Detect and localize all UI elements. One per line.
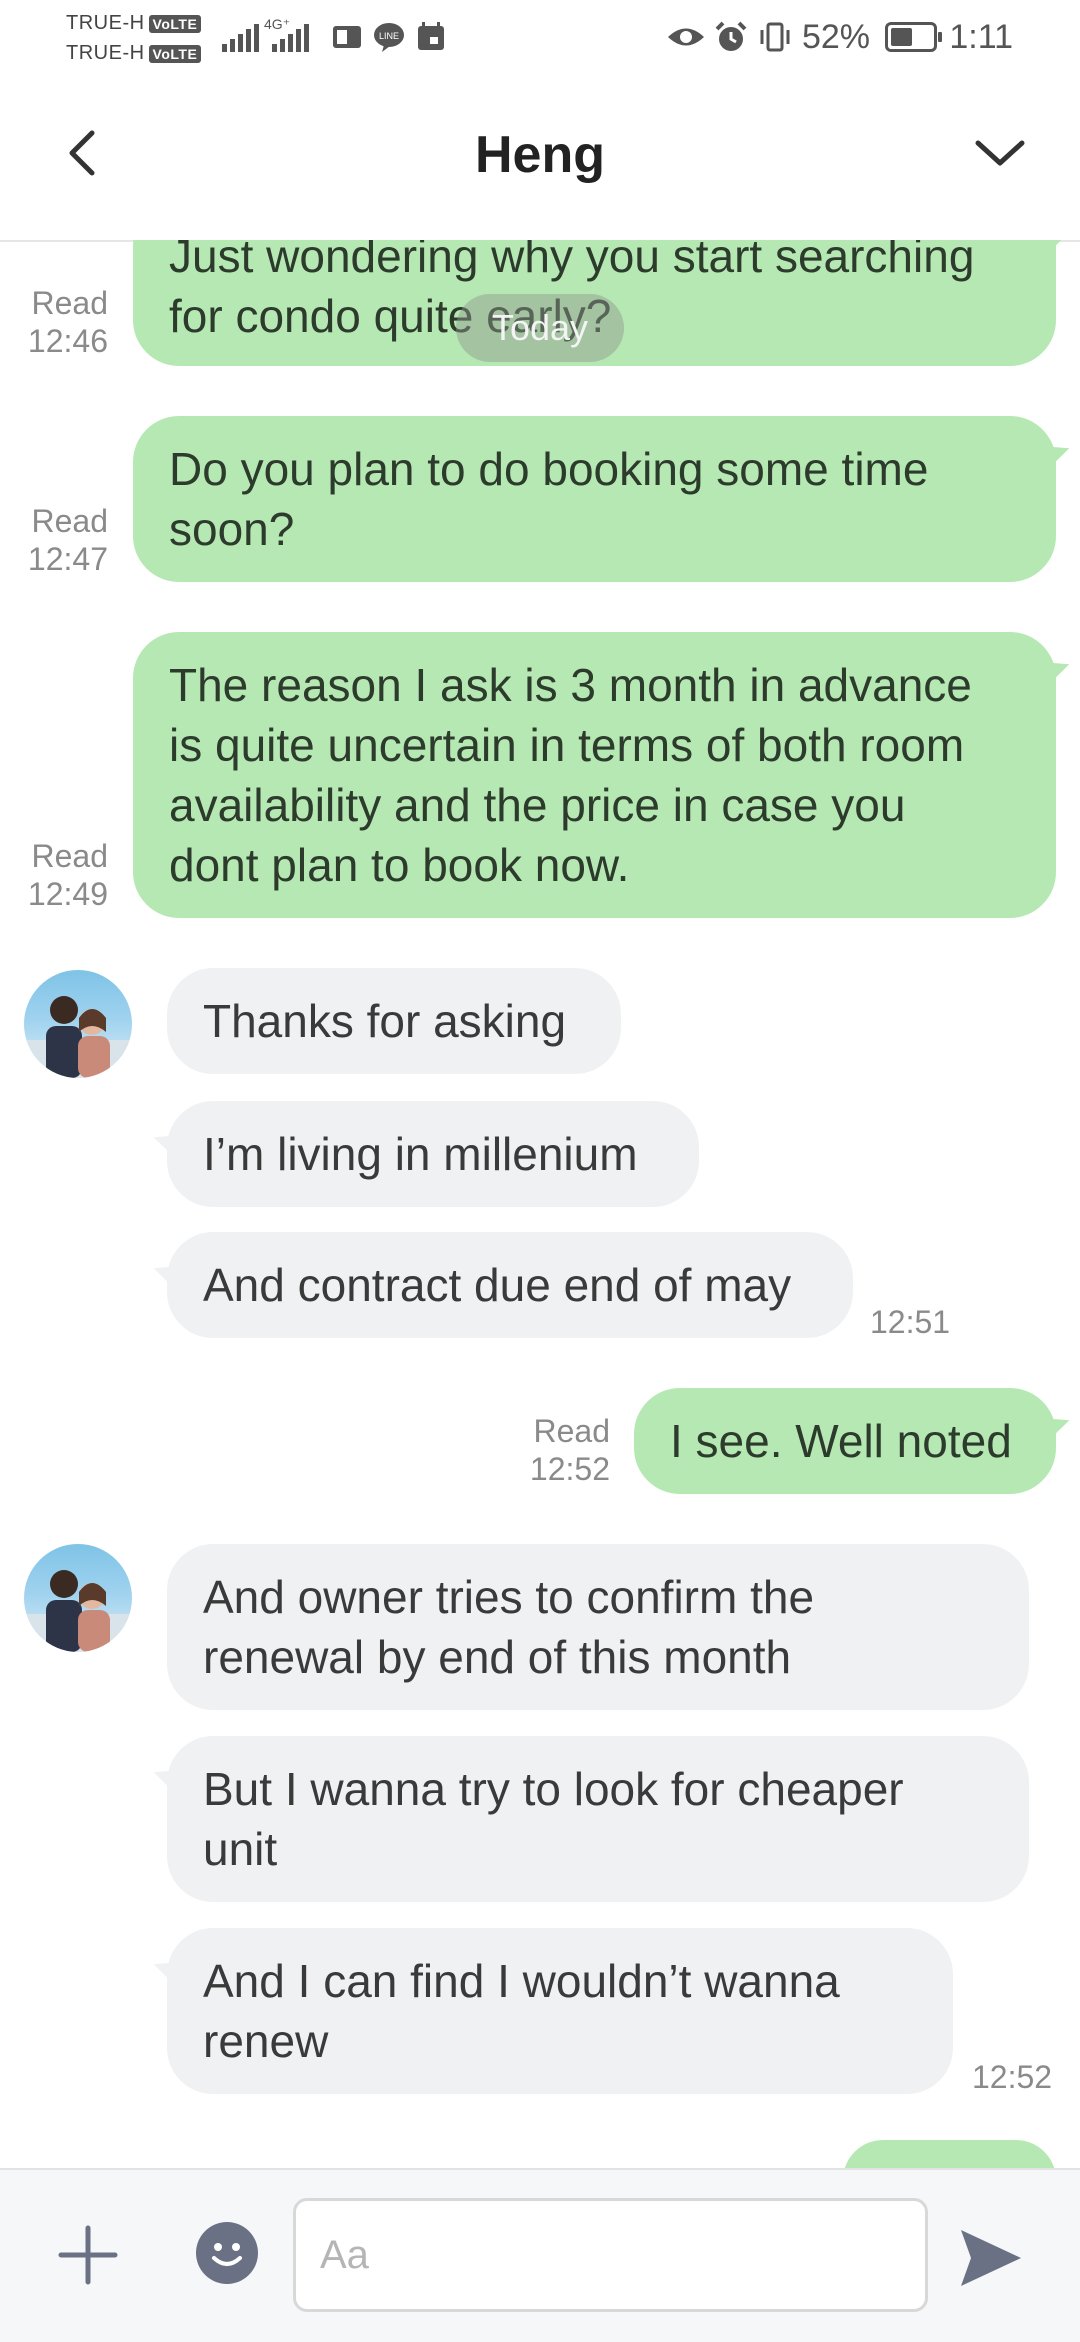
message-text: And I can find I wouldn’t wanna renew bbox=[203, 1955, 840, 2067]
carrier-label-1: TRUE-H VoLTE bbox=[66, 12, 202, 35]
vibrate-icon bbox=[760, 22, 790, 52]
read-receipt: Read bbox=[31, 838, 109, 874]
chevron-down-icon[interactable] bbox=[960, 113, 1040, 193]
message-meta: Read 12:49 bbox=[14, 837, 108, 913]
date-separator: Today bbox=[456, 294, 624, 362]
message-meta: Read 12:52 bbox=[500, 1412, 610, 1488]
message-bubble-incoming[interactable]: But I wanna try to look for cheaper unit bbox=[167, 1736, 1029, 1902]
message-bubble-incoming[interactable]: And owner tries to confirm the renewal b… bbox=[167, 1544, 1029, 1710]
message-time: 12:52 bbox=[529, 1451, 610, 1487]
message-meta: Read 12:46 bbox=[14, 284, 108, 360]
message-bubble-incoming[interactable]: Thanks for asking bbox=[167, 968, 621, 1074]
message-meta: Read 12:47 bbox=[14, 502, 108, 578]
message-bubble-incoming[interactable]: I’m living in millenium bbox=[167, 1101, 699, 1207]
battery-percent: 52% bbox=[801, 18, 870, 56]
avatar[interactable] bbox=[24, 1544, 132, 1652]
signal-icon bbox=[222, 20, 259, 52]
signal-icon-2 bbox=[272, 20, 309, 52]
send-icon[interactable] bbox=[955, 2222, 1027, 2294]
message-time: 12:49 bbox=[27, 876, 108, 912]
chat-title: Heng bbox=[475, 126, 605, 184]
alarm-icon bbox=[715, 21, 747, 51]
message-text: Do you plan to do booking some time soon… bbox=[169, 443, 929, 555]
message-text: But I wanna try to look for cheaper unit bbox=[203, 1763, 904, 1875]
outlook-icon bbox=[333, 26, 361, 48]
message-bubble-outgoing-partial[interactable] bbox=[843, 2140, 1056, 2168]
status-bar: TRUE-H VoLTE TRUE-H VoLTE 4G⁺ LINE 52% 1:1… bbox=[0, 0, 1080, 75]
emoji-icon[interactable] bbox=[196, 2222, 258, 2284]
message-text: I’m living in millenium bbox=[203, 1128, 638, 1180]
message-text: I see. Well noted bbox=[670, 1415, 1012, 1467]
message-bubble-outgoing[interactable]: Do you plan to do booking some time soon… bbox=[133, 416, 1056, 582]
message-text: The reason I ask is 3 month in advance i… bbox=[169, 659, 972, 891]
message-bubble-outgoing[interactable]: I see. Well noted bbox=[634, 1388, 1056, 1494]
message-time: 12:46 bbox=[27, 323, 108, 359]
chat-header: Heng bbox=[0, 75, 1080, 242]
message-text: Thanks for asking bbox=[203, 995, 567, 1047]
read-receipt: Read bbox=[533, 1413, 611, 1449]
avatar-photo bbox=[24, 1570, 132, 1652]
message-text: And owner tries to confirm the renewal b… bbox=[203, 1571, 815, 1683]
chat-area[interactable]: Just wondering why you start searching f… bbox=[0, 240, 1080, 2168]
message-time: 12:47 bbox=[27, 541, 108, 577]
clock: 1:11 bbox=[949, 18, 1013, 56]
message-text: And contract due end of may bbox=[203, 1259, 792, 1311]
read-receipt: Read bbox=[31, 503, 109, 539]
eye-icon bbox=[668, 28, 704, 46]
carrier-label-2: TRUE-H VoLTE bbox=[66, 42, 202, 65]
message-bubble-incoming[interactable]: And contract due end of may bbox=[167, 1232, 853, 1338]
message-input[interactable] bbox=[293, 2198, 928, 2312]
message-bubble-outgoing[interactable]: The reason I ask is 3 month in advance i… bbox=[133, 632, 1056, 918]
avatar[interactable] bbox=[24, 970, 132, 1078]
battery-fill bbox=[891, 28, 912, 46]
plus-icon[interactable] bbox=[55, 2222, 121, 2288]
line-app-icon: LINE bbox=[374, 23, 404, 52]
message-time: 12:51 bbox=[870, 1304, 951, 1340]
battery-icon bbox=[885, 22, 942, 52]
read-receipt: Read bbox=[31, 285, 109, 321]
svg-text:LINE: LINE bbox=[379, 31, 399, 41]
message-time: 12:52 bbox=[972, 2059, 1053, 2095]
avatar-photo bbox=[24, 996, 132, 1078]
calendar-icon bbox=[418, 22, 444, 50]
message-bubble-incoming[interactable]: And I can find I wouldn’t wanna renew bbox=[167, 1928, 953, 2094]
smile-face-icon bbox=[212, 2243, 242, 2266]
message-input-bar bbox=[0, 2168, 1080, 2342]
